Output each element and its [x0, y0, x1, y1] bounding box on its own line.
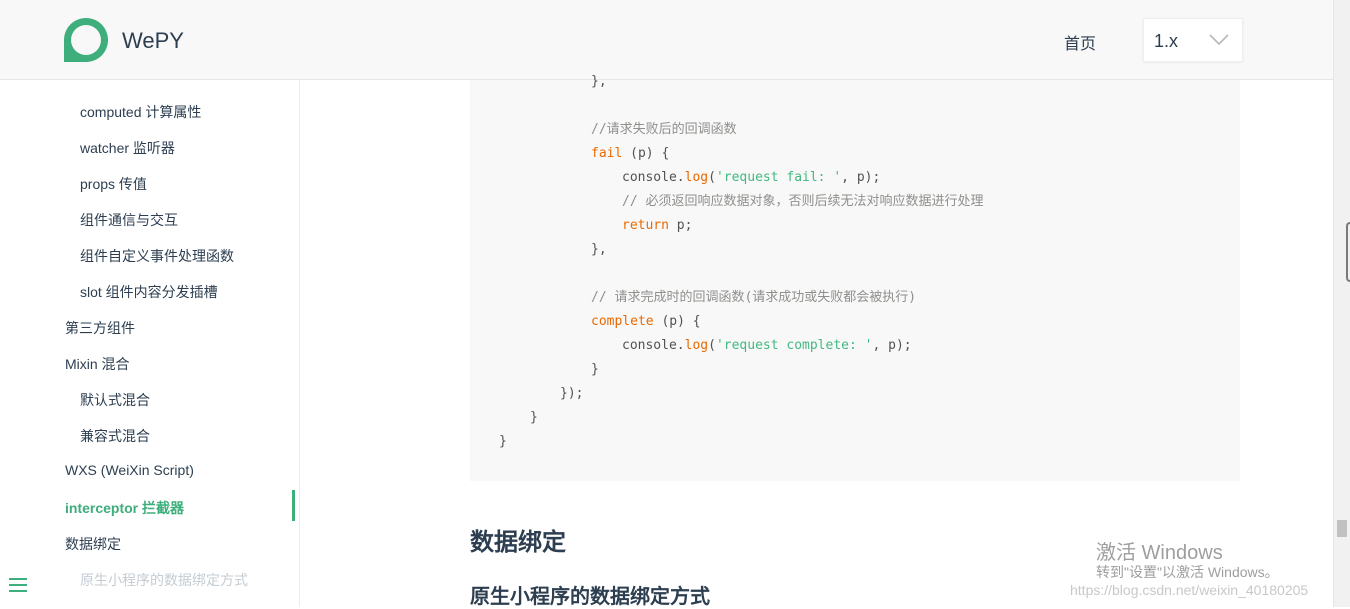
active-indicator [292, 490, 295, 521]
sidebar-item-props[interactable]: props 传值 [80, 174, 147, 194]
code-line: }, [591, 242, 607, 257]
section-heading: 数据绑定 [470, 529, 566, 556]
sidebar-item-interceptor[interactable]: interceptor 拦截器 [65, 498, 184, 518]
hamburger-menu-icon[interactable] [9, 577, 27, 593]
side-handle [1346, 222, 1350, 282]
sidebar-item-slot[interactable]: slot 组件内容分发插槽 [80, 282, 218, 302]
code-line: console.log('request complete: ', p); [622, 338, 912, 353]
sidebar-item-custom-events[interactable]: 组件自定义事件处理函数 [80, 246, 234, 266]
scrollbar-thumb[interactable] [1337, 520, 1347, 537]
page-scrollbar[interactable] [1333, 0, 1350, 607]
code-comment: // 必须返回响应数据对象，否则后续无法对响应数据进行处理 [622, 194, 984, 209]
sidebar-item-default-mixin[interactable]: 默认式混合 [80, 390, 150, 410]
top-navbar: WePY 首页 1.x [0, 0, 1333, 80]
code-line: }); [560, 386, 584, 401]
chevron-down-icon [1209, 34, 1229, 46]
activation-watermark-subtitle: 转到"设置"以激活 Windows。 [1096, 564, 1279, 580]
site-logo-text[interactable]: WePY [122, 28, 184, 54]
code-line: } [591, 362, 599, 377]
sidebar-item-third-party[interactable]: 第三方组件 [65, 318, 135, 338]
nav-home-link[interactable]: 首页 [1064, 30, 1096, 54]
ring-logo-icon[interactable] [62, 16, 110, 64]
sidebar-item-computed[interactable]: computed 计算属性 [80, 102, 201, 122]
sidebar-item-data-binding[interactable]: 数据绑定 [65, 534, 121, 554]
subsection-heading: 原生小程序的数据绑定方式 [470, 586, 710, 608]
sidebar: computed 计算属性 watcher 监听器 props 传值 组件通信与… [0, 80, 300, 607]
blog-url-watermark: https://blog.csdn.net/weixin_40180205 [1070, 582, 1309, 598]
sidebar-item-wxs[interactable]: WXS (WeiXin Script) [65, 462, 194, 478]
code-line: } [530, 410, 538, 425]
code-comment: // 请求完成时的回调函数(请求成功或失败都会被执行) [591, 290, 917, 305]
code-line: complete (p) { [591, 314, 701, 329]
code-line: console.log('request fail: ', p); [622, 170, 881, 185]
code-line: fail (p) { [591, 146, 670, 161]
sidebar-item-watcher[interactable]: watcher 监听器 [80, 138, 175, 158]
version-select[interactable]: 1.x [1143, 18, 1243, 62]
version-selected-value: 1.x [1154, 31, 1179, 51]
code-block: }, //请求失败后的回调函数 fail (p) { console.log('… [470, 74, 1240, 481]
sidebar-item-native-binding[interactable]: 原生小程序的数据绑定方式 [80, 570, 248, 590]
activation-watermark-title: 激活 Windows [1096, 542, 1223, 564]
sidebar-item-mixin[interactable]: Mixin 混合 [65, 354, 130, 374]
code-line: } [499, 434, 507, 449]
code-comment: //请求失败后的回调函数 [591, 122, 737, 137]
sidebar-item-compatible-mixin[interactable]: 兼容式混合 [80, 426, 150, 446]
code-line: return p; [622, 218, 693, 233]
code-line: }, [591, 74, 607, 89]
sidebar-item-component-communication[interactable]: 组件通信与交互 [80, 210, 178, 230]
